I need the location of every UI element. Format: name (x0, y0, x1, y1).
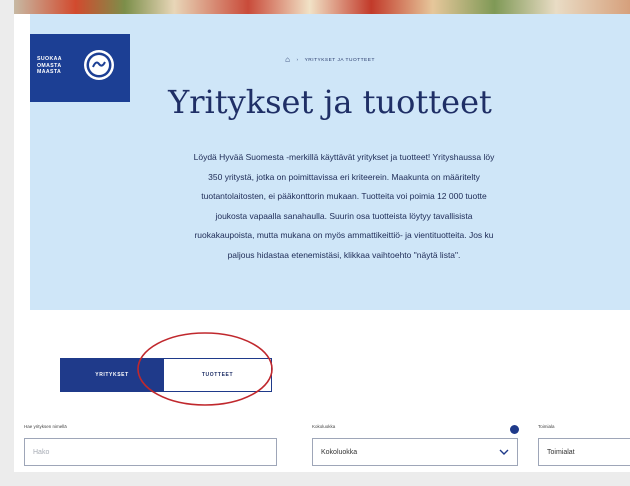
search-input[interactable]: Hako (24, 438, 277, 466)
description-line: joukosta vapaalla sanahaulla. Suurin osa… (215, 210, 473, 221)
info-icon[interactable] (510, 425, 519, 434)
page: SUOKAA OMASTA MAASTA ⌂ › YRITYKSET JA TUOTTE… (14, 0, 630, 472)
category-select[interactable]: Kokoluokka (312, 438, 518, 466)
description-line: paljous hidastaa etenemistäsi, klikkaa v… (227, 249, 461, 260)
tab-tuotteet[interactable]: TUOTTEET (164, 358, 272, 392)
description-line: Löydä Hyvää Suomesta -merkillä käyttävät… (193, 152, 495, 162)
page-title: Yritykset ja tuotteet (168, 83, 492, 121)
breadcrumb: ⌂ › YRITYKSET JA TUOTTEET (30, 55, 630, 64)
chevron-down-icon (499, 449, 509, 455)
header-photo-strip (14, 0, 630, 14)
view-tabs: YRITYKSET TUOTTEET (60, 358, 272, 392)
description-line: ruokakaupoista, mutta mukana on myös amm… (194, 230, 494, 240)
location-select[interactable]: Toimialat (538, 438, 630, 466)
breadcrumb-separator: › (296, 57, 299, 63)
breadcrumb-current: YRITYKSET JA TUOTTEET (304, 57, 375, 63)
description-line: 350 yritystä, jotka on poimittavissa eri… (208, 171, 480, 182)
category-label: Kokoluokka (312, 424, 336, 429)
home-icon[interactable]: ⌂ (285, 55, 290, 64)
location-select-value: Toimialat (547, 448, 575, 456)
category-select-value: Kokoluokka (321, 448, 358, 456)
location-label: Toimiala (538, 424, 555, 429)
search-label: Hae yrityksen nimellä (24, 424, 67, 429)
tab-yritykset[interactable]: YRITYKSET (60, 358, 164, 392)
hero-description: Löydä Hyvää Suomesta -merkillä käyttävät… (54, 148, 630, 265)
description-line: tuotantolaitosten, ei pääkonttorin mukaa… (201, 191, 487, 201)
